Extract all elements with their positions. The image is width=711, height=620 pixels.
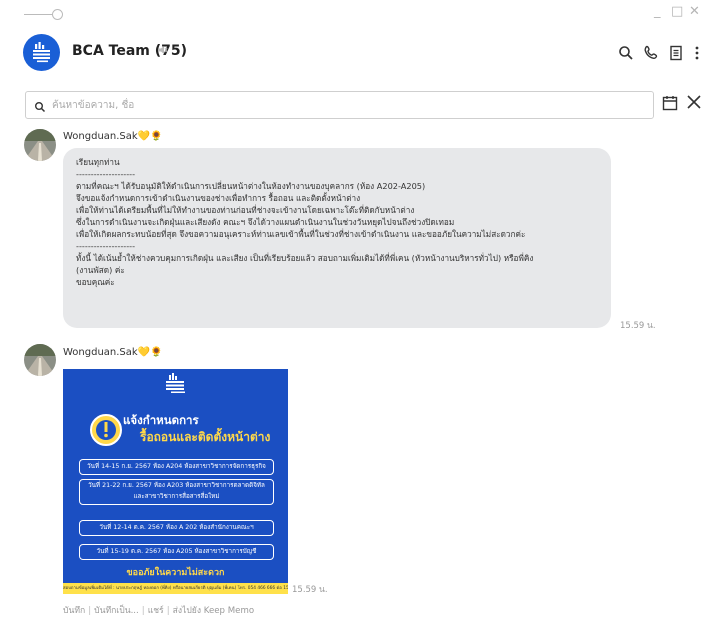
more-icon[interactable]: [688, 44, 706, 62]
sender-avatar[interactable]: [24, 129, 56, 161]
message-line: ซึ่งในการดำเนินงานจะเกิดฝุ่นและเสียงดัง …: [76, 217, 455, 227]
poster-footer: สอบถามข้อมูลเพิ่มเติมได้ที่ : นายประกฤษฎ…: [63, 583, 288, 594]
message-line: --------------------: [76, 169, 136, 179]
message-line: (งานพัสด) ค่ะ: [76, 265, 125, 275]
image-actions: บันทึก | บันทึกเป็น... | แชร์ | ส่งไปยัง Keep …: [63, 603, 254, 617]
message-line: --------------------: [76, 241, 136, 251]
share-link[interactable]: แชร์: [148, 606, 164, 616]
close-search-icon[interactable]: [685, 93, 703, 115]
schedule-item-line: และสาขาวิชาการสื่อสารสื่อใหม่: [133, 493, 220, 500]
search-icon: [34, 98, 46, 117]
poster-subtitle: รื้อถอนและติดตั้งหน้าต่าง: [140, 430, 271, 444]
message-line: เพื่อให้เกิดผลกระทบน้อยที่สุด จึงขอความอ…: [76, 229, 526, 239]
sender-avatar[interactable]: [24, 344, 56, 376]
schedule-item: วันที่ 15-19 ต.ค. 2567 ห้อง A205 ห้องสาข…: [79, 544, 274, 560]
maximize-button[interactable]: □: [671, 5, 683, 19]
poster-apology: ขออภัยในความไม่สะดวก: [126, 568, 225, 578]
title-bar-line: [24, 14, 54, 15]
announcement-image[interactable]: แจ้งกำหนดการ รื้อถอนและติดตั้งหน้าต่าง ว…: [63, 369, 288, 594]
close-window-button[interactable]: ✕: [689, 5, 700, 19]
message-line: ตามที่คณะฯ ได้รับอนุมัติให้ดำเนินการเปลี…: [76, 181, 426, 191]
message-line: ขอบคุณค่ะ: [76, 277, 115, 287]
schedule-item-line: วันที่ 21-22 ก.ย. 2567 ห้อง A203 ห้องสาข…: [88, 482, 265, 489]
schedule-item: วันที่ 12-14 ต.ค. 2567 ห้อง A 202 ห้องสำ…: [79, 520, 274, 536]
sender-name: Wongduan.Sak💛🌻: [63, 347, 163, 358]
group-avatar[interactable]: [23, 34, 60, 71]
message-time: 15.59 น.: [292, 585, 328, 595]
message-search-box[interactable]: [25, 91, 654, 119]
calendar-icon[interactable]: [661, 94, 679, 116]
mute-icon: [158, 45, 168, 58]
separator: |: [88, 606, 92, 616]
message-line: จึงขอแจ้งกำหนดการเข้าดำเนินงานของช่างเพื…: [76, 193, 361, 203]
send-to-keep-link[interactable]: ส่งไปยัง Keep Memo: [173, 606, 254, 616]
message-line: เพื่อให้ท่านได้เตรียมพื้นที่ไม่ให้ทำงานข…: [76, 205, 415, 215]
message-line: เรียนทุกท่าน: [76, 157, 120, 167]
bca-logo-icon: [33, 42, 50, 63]
notes-icon[interactable]: [667, 44, 685, 62]
phone-icon[interactable]: [643, 44, 661, 62]
separator: |: [166, 606, 170, 616]
minimize-button[interactable]: _: [654, 5, 661, 19]
sender-name: Wongduan.Sak💛🌻: [63, 131, 163, 142]
save-as-link[interactable]: บันทึกเป็น...: [94, 606, 139, 616]
search-input[interactable]: [50, 95, 644, 115]
search-icon[interactable]: [617, 44, 635, 62]
save-link[interactable]: บันทึก: [63, 606, 85, 616]
schedule-item: วันที่ 14-15 ก.ย. 2567 ห้อง A204 ห้องสาข…: [79, 459, 274, 475]
schedule-item: วันที่ 21-22 ก.ย. 2567 ห้อง A203 ห้องสาข…: [79, 479, 274, 505]
title-bar: _ □ ✕: [0, 0, 711, 24]
separator: |: [141, 606, 145, 616]
message-time: 15.59 น.: [620, 321, 656, 331]
title-bar-dot: [52, 9, 63, 20]
group-name[interactable]: BCA Team (75): [72, 43, 187, 59]
message-line: ทั้งนี้ ได้เน้นย้ำให้ช่างควบคุมการเกิดฝุ…: [76, 253, 534, 263]
